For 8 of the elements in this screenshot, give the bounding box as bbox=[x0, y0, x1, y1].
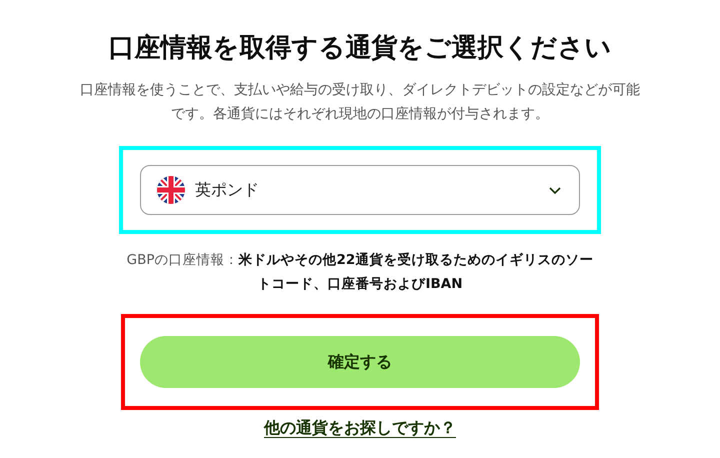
confirm-button[interactable]: 確定する bbox=[140, 336, 580, 388]
account-info-text: GBPの口座情報：米ドルやその他22通貨を受け取るためのイギリスのソートコード、口座番号およびIBAN bbox=[126, 251, 594, 294]
description-text: 口座情報を使うことで、支払いや給与の受け取り、ダイレクトデビットの設定などが可能です。各通貨にはそれぞれ現地の口座情報が付与されます。 bbox=[80, 81, 640, 124]
page-title: 口座情報を取得する通貨をご選択ください bbox=[108, 32, 612, 65]
currency-dropdown[interactable]: 英ポンド bbox=[140, 165, 580, 215]
dropdown-value: 英ポンド bbox=[195, 180, 260, 200]
flag-icon bbox=[157, 176, 185, 204]
other-currency-link[interactable]: 他の通貨をお探しですか？ bbox=[264, 418, 456, 439]
